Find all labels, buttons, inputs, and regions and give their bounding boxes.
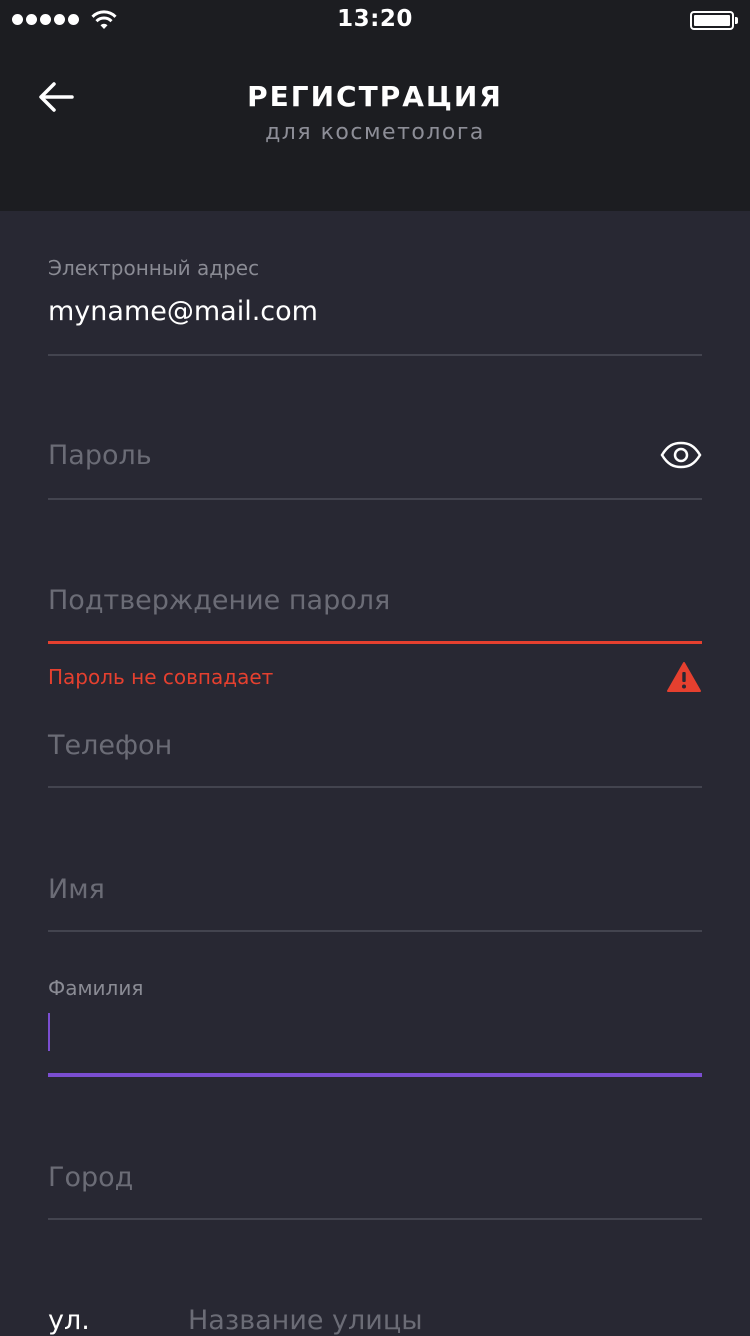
phone-placeholder[interactable]: Телефон <box>48 730 172 761</box>
text-cursor <box>48 1013 50 1051</box>
city-placeholder[interactable]: Город <box>48 1162 133 1193</box>
password-confirm-field[interactable]: Подтверждение пароля Пароль не совпадает <box>48 565 702 695</box>
page-title: РЕГИСТРАЦИЯ <box>247 80 503 113</box>
first-name-underline <box>48 930 702 932</box>
password-confirm-underline <box>48 641 702 644</box>
city-underline <box>48 1218 702 1220</box>
password-field[interactable]: Пароль <box>48 420 702 505</box>
street-prefix: ул. <box>48 1305 90 1336</box>
first-name-field[interactable]: Имя <box>48 854 702 939</box>
header: 13:20 РЕГИСТРАЦИЯ для косметолога <box>0 0 750 211</box>
password-error-text: Пароль не совпадает <box>48 665 274 689</box>
eye-icon[interactable] <box>660 440 702 470</box>
password-placeholder[interactable]: Пароль <box>48 440 152 471</box>
email-underline <box>48 354 702 356</box>
password-confirm-placeholder[interactable]: Подтверждение пароля <box>48 585 390 616</box>
page-subtitle: для косметолога <box>265 120 485 145</box>
warning-icon <box>667 662 701 692</box>
phone-field[interactable]: Телефон <box>48 710 702 795</box>
city-field[interactable]: Город <box>48 1142 702 1227</box>
last-name-underline <box>48 1073 702 1077</box>
email-value[interactable]: myname@mail.com <box>48 296 318 327</box>
status-time: 13:20 <box>337 6 413 32</box>
last-name-label: Фамилия <box>48 976 144 1000</box>
phone-underline <box>48 786 702 788</box>
battery-icon <box>690 11 738 30</box>
street-input[interactable]: Название улицы <box>188 1305 423 1336</box>
first-name-placeholder[interactable]: Имя <box>48 874 105 905</box>
last-name-field[interactable]: Фамилия <box>48 970 702 1085</box>
status-bar: 13:20 <box>0 0 750 40</box>
email-field[interactable]: Электронный адрес myname@mail.com <box>48 250 702 360</box>
password-underline <box>48 498 702 500</box>
email-label: Электронный адрес <box>48 256 260 280</box>
